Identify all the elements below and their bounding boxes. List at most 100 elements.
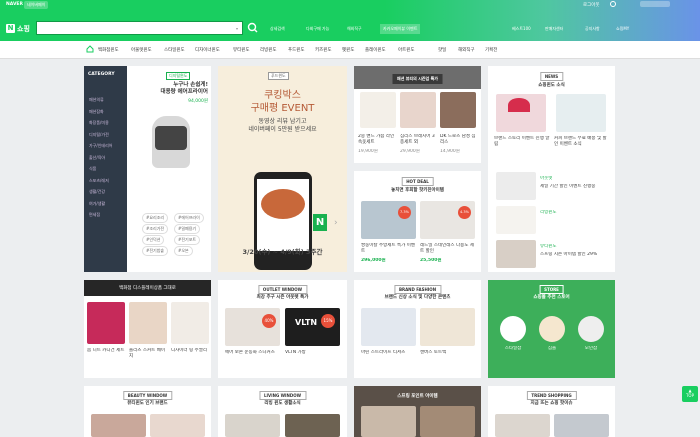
nav-tab-beauty[interactable]: 뷰티윈도 — [233, 47, 250, 53]
product-image[interactable] — [225, 414, 280, 437]
event-link[interactable]: 카카오페이뷰 이벤트 — [380, 24, 421, 34]
product-image[interactable]: VLTN — [285, 308, 340, 346]
product-image[interactable] — [554, 414, 609, 437]
store-avatar[interactable] — [500, 316, 526, 342]
store-name[interactable]: 스타일샵 — [500, 346, 526, 352]
tag[interactable]: #요리조리 — [142, 213, 169, 223]
product-image[interactable] — [285, 414, 340, 437]
store-name[interactable]: 심플 — [539, 346, 565, 352]
category-item[interactable]: 면세점 — [89, 209, 127, 221]
product-name[interactable]: 캔버스 토트백 — [420, 350, 475, 356]
category-item[interactable]: 패션의류 — [89, 94, 127, 106]
category-item[interactable]: 스포츠/레저 — [89, 175, 127, 187]
product-image[interactable] — [400, 92, 436, 128]
product-image[interactable] — [420, 308, 475, 346]
next-arrow-icon[interactable]: › — [334, 218, 338, 228]
product-name[interactable]: 에어 보온 운동화 스니커즈 — [225, 350, 280, 356]
category-item[interactable]: 생활/건강 — [89, 186, 127, 198]
search-dropdown-icon[interactable]: ▾ — [236, 26, 238, 31]
nav-tab-overseas[interactable]: 해외직구 — [458, 47, 475, 53]
nav-tab-food[interactable]: 푸드윈도 — [288, 47, 305, 53]
logout-link[interactable]: 로그아웃 — [583, 2, 600, 8]
nav-tab-kids[interactable]: 키즈윈도 — [315, 47, 332, 53]
product-image[interactable] — [360, 92, 396, 128]
category-item[interactable]: 여가/생활 — [89, 198, 127, 210]
store-name[interactable]: 모던샵 — [578, 346, 604, 352]
product-image[interactable] — [361, 406, 416, 437]
tag[interactable]: #인덕션 — [142, 235, 165, 245]
tag[interactable]: #전기밥솥 — [142, 246, 169, 256]
product-name[interactable]: 봄 니트 카디건 세트 — [87, 348, 125, 354]
season-sale-card: 패션 뷰티의 시즌업 특가 2중 밴드 가슴 라인 속옷세트 심리스 브래지어 … — [354, 66, 481, 163]
category-item[interactable]: 디지털/가전 — [89, 129, 127, 141]
news-item[interactable]: 커피 브랜드 무료 배송 및 할인 이벤트 소식 — [554, 136, 610, 148]
product-name[interactable]: 마린 스트라이프 티셔츠 — [361, 350, 416, 356]
nav-tab-art[interactable]: 아트윈도 — [398, 47, 415, 53]
tag[interactable]: #오븐 — [174, 246, 193, 256]
product-name[interactable]: 2중 밴드 가슴 라인 속옷세트 — [358, 134, 396, 146]
product-image[interactable] — [440, 92, 476, 128]
nav-tab-pet[interactable]: 펫윈도 — [342, 47, 354, 53]
category-item[interactable]: 가구/인테리어 — [89, 140, 127, 152]
product-name[interactable]: DK 드로즈 남성 심리스 — [440, 134, 478, 146]
food-event-card[interactable]: 푸드윈도 쿠킹박스 구매평 EVENT 동영상 리뷰 남기고 네이버페이 5만원… — [218, 66, 347, 272]
product-image[interactable] — [171, 302, 209, 344]
top-button[interactable]: ▲ TOP — [682, 386, 698, 402]
tag[interactable]: #조리가전 — [142, 224, 169, 234]
news-image[interactable] — [556, 94, 606, 132]
detail-search-link[interactable]: 상세검색 — [270, 26, 285, 32]
nav-tab-designer[interactable]: 디자이너윈도 — [195, 47, 220, 53]
news-item[interactable]: 스프링 시즌 아이템 할인 29% — [540, 252, 610, 258]
product-image[interactable] — [420, 406, 475, 437]
store-avatar[interactable] — [578, 316, 604, 342]
user-menu[interactable] — [640, 1, 670, 7]
nav-tab-play[interactable]: 플레이윈도 — [365, 47, 386, 53]
product-name[interactable]: 쌍둥이칼 주방세트 특가 이벤트 — [361, 243, 416, 255]
news-item[interactable]: 세일 기간 할인 이벤트 진행중 — [540, 184, 610, 190]
nav-tab-outlet[interactable]: 아울렛윈도 — [131, 47, 152, 53]
overseas-link[interactable]: 해외직구 — [347, 26, 362, 32]
shortcut-link[interactable]: 네이버페이 — [24, 1, 49, 9]
news-image[interactable] — [496, 172, 536, 200]
shopping-logo[interactable]: 쇼핑 — [17, 24, 30, 34]
notice-link[interactable]: 공지사항 — [585, 26, 600, 32]
product-image[interactable] — [129, 302, 167, 344]
category-item[interactable]: 출산/육아 — [89, 152, 127, 164]
product-image[interactable] — [87, 302, 125, 344]
naver-logo[interactable]: NAVER — [6, 2, 23, 7]
product-image[interactable] — [91, 414, 146, 437]
search-input[interactable] — [36, 21, 243, 35]
category-item[interactable]: 식품 — [89, 163, 127, 175]
product-name[interactable]: VLTN 가방 — [285, 350, 340, 356]
search-button[interactable] — [246, 21, 260, 35]
news-image[interactable] — [496, 94, 546, 132]
product-image[interactable] — [495, 414, 550, 437]
news-image[interactable] — [496, 206, 536, 234]
nav-tab-hotdeal[interactable]: 핫딜 — [438, 47, 446, 53]
product-name[interactable]: 디자이너 링 주얼리 — [171, 348, 209, 354]
naver-n-logo[interactable]: N — [6, 24, 15, 33]
tag[interactable]: #밀폐용기 — [174, 224, 201, 234]
nav-tab-style[interactable]: 스타일윈도 — [164, 47, 185, 53]
product-name[interactable]: 플리츠 스커트 베이지 — [129, 348, 167, 360]
nav-tab-exhibition[interactable]: 기획전 — [485, 47, 497, 53]
category-item[interactable]: 화장품/미용 — [89, 117, 127, 129]
multi-buy-link[interactable]: 다회구매 가능 — [306, 26, 329, 32]
home-icon[interactable] — [86, 45, 94, 53]
bell-icon[interactable] — [610, 1, 616, 7]
news-image[interactable] — [496, 240, 536, 268]
product-name[interactable]: 레드밀 스테인레스 다용도 세트 할인 — [420, 243, 475, 255]
tag[interactable]: #전기포트 — [174, 235, 201, 245]
product-image[interactable] — [361, 308, 416, 346]
nav-tab-department[interactable]: 백화점윈도 — [98, 47, 119, 53]
best100-link[interactable]: 베스트100 — [512, 26, 531, 32]
nav-tab-living[interactable]: 리빙윈도 — [260, 47, 277, 53]
store-avatar[interactable] — [539, 316, 565, 342]
shopping-my-link[interactable]: 쇼핑MY — [616, 26, 629, 32]
category-item[interactable]: 패션잡화 — [89, 106, 127, 118]
seller-center-link[interactable]: 판매자센터 — [545, 26, 563, 32]
product-name[interactable]: 심리스 브래지어 3종세트 외 — [400, 134, 438, 146]
product-image[interactable] — [150, 414, 205, 437]
news-item[interactable]: 브랜드 스토리 이벤트 진행 알림 — [494, 136, 550, 148]
tag[interactable]: #에어프라이 — [174, 213, 204, 223]
